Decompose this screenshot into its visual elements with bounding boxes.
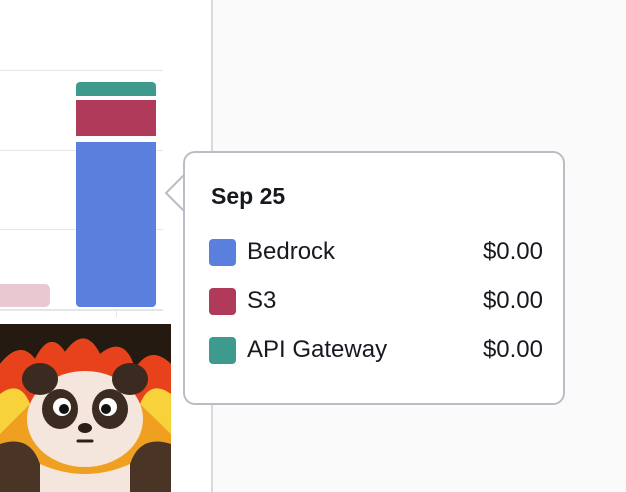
tooltip-row-label: Bedrock (247, 238, 336, 265)
tooltip-row-value: $0.00 (482, 336, 543, 363)
api-gateway-bar-segment[interactable] (76, 82, 156, 96)
tooltip-row-s3: S3 $0.00 (209, 286, 543, 316)
x-axis-tick (116, 311, 117, 317)
tooltip-row-value: $0.00 (482, 238, 543, 265)
cost-chart (0, 0, 212, 492)
page: Sep 25 Bedrock $0.00 S3 $0.00 API Gatewa… (0, 0, 626, 492)
previous-day-bar[interactable] (0, 284, 50, 307)
tooltip-row-value: $0.00 (482, 287, 543, 314)
bedrock-color-swatch (209, 239, 236, 266)
tooltip-row-label: S3 (247, 287, 277, 314)
chart-tooltip: Sep 25 Bedrock $0.00 S3 $0.00 API Gatewa… (183, 151, 565, 405)
panda-avatar-icon (0, 324, 171, 492)
tooltip-title: Sep 25 (211, 183, 286, 209)
s3-bar-segment[interactable] (76, 100, 156, 136)
tooltip-row-label: API Gateway (247, 336, 388, 363)
gridline (0, 70, 163, 71)
tooltip-row-bedrock: Bedrock $0.00 (209, 237, 543, 267)
tooltip-row-api-gateway: API Gateway $0.00 (209, 335, 543, 365)
bedrock-bar-segment[interactable] (76, 142, 156, 307)
api-gateway-color-swatch (209, 337, 236, 364)
x-axis-line (0, 309, 163, 311)
s3-color-swatch (209, 288, 236, 315)
